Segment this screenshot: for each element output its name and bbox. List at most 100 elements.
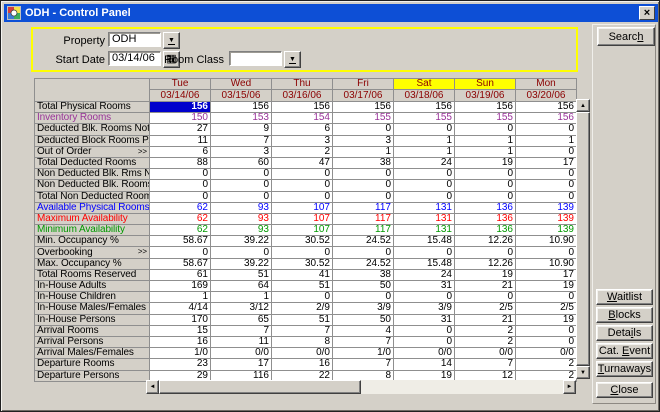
- grid-cell[interactable]: 0: [272, 247, 333, 258]
- grid-cell[interactable]: 153: [211, 113, 272, 124]
- grid-cell[interactable]: 0: [333, 247, 394, 258]
- grid-cell[interactable]: 0: [272, 292, 333, 303]
- scrollbar-horizontal[interactable]: ◄ ►: [146, 380, 576, 394]
- close-icon[interactable]: ×: [639, 6, 655, 20]
- grid-cell[interactable]: 1: [394, 146, 455, 157]
- grid-cell[interactable]: 16: [150, 336, 211, 347]
- grid-cell[interactable]: 47: [272, 157, 333, 168]
- grid-cell[interactable]: 51: [272, 314, 333, 325]
- grid-cell[interactable]: 0: [150, 247, 211, 258]
- grid-cell[interactable]: 0/0: [516, 348, 577, 359]
- grid-cell[interactable]: 6: [272, 124, 333, 135]
- grid-cell[interactable]: 3: [272, 135, 333, 146]
- grid-cell[interactable]: 155: [455, 113, 516, 124]
- grid-cell[interactable]: 65: [211, 314, 272, 325]
- grid-cell[interactable]: 1: [333, 146, 394, 157]
- grid-cell[interactable]: 0: [516, 336, 577, 347]
- grid-cell[interactable]: 24: [394, 269, 455, 280]
- grid-cell[interactable]: 64: [211, 281, 272, 292]
- grid-cell[interactable]: 156: [333, 102, 394, 113]
- grid-cell[interactable]: 117: [333, 213, 394, 224]
- grid-cell[interactable]: 0: [516, 180, 577, 191]
- scroll-left-button[interactable]: ◄: [146, 380, 159, 394]
- grid-cell[interactable]: 0: [516, 191, 577, 202]
- grid-cell[interactable]: 0: [394, 325, 455, 336]
- grid-cell[interactable]: 21: [455, 281, 516, 292]
- grid-cell[interactable]: 156: [211, 102, 272, 113]
- grid-cell[interactable]: 1: [394, 135, 455, 146]
- grid-cell[interactable]: 0: [394, 191, 455, 202]
- grid-cell[interactable]: 0: [516, 292, 577, 303]
- grid-cell[interactable]: 156: [394, 102, 455, 113]
- grid-cell[interactable]: 1/0: [333, 348, 394, 359]
- grid-cell[interactable]: 11: [150, 135, 211, 146]
- grid-cell[interactable]: 1/0: [150, 348, 211, 359]
- grid-cell[interactable]: 17: [516, 157, 577, 168]
- grid-cell[interactable]: 93: [211, 225, 272, 236]
- grid-cell[interactable]: 0: [211, 169, 272, 180]
- grid-cell[interactable]: 0: [394, 336, 455, 347]
- grid-cell[interactable]: 156: [516, 102, 577, 113]
- grid-cell[interactable]: 0/0: [394, 348, 455, 359]
- scroll-down-button[interactable]: ▼: [576, 366, 590, 379]
- grid-cell[interactable]: 131: [394, 225, 455, 236]
- grid-cell[interactable]: 0: [516, 146, 577, 157]
- grid-cell[interactable]: 136: [455, 225, 516, 236]
- grid-cell[interactable]: 12.26: [455, 236, 516, 247]
- grid-cell[interactable]: 6: [150, 146, 211, 157]
- grid-cell[interactable]: 1: [211, 292, 272, 303]
- grid-cell[interactable]: 0: [333, 124, 394, 135]
- grid-cell[interactable]: 58.67: [150, 236, 211, 247]
- room-class-lov-button[interactable]: ▼: [284, 51, 301, 68]
- grid-cell[interactable]: 3/9: [333, 303, 394, 314]
- blocks-button[interactable]: Blocks: [596, 307, 653, 323]
- grid-cell[interactable]: 88: [150, 157, 211, 168]
- hscroll-thumb[interactable]: [159, 380, 361, 394]
- grid-cell[interactable]: 24.52: [333, 236, 394, 247]
- grid-cell[interactable]: 51: [272, 281, 333, 292]
- grid-cell[interactable]: 58.67: [150, 258, 211, 269]
- grid-cell[interactable]: 0/0: [455, 348, 516, 359]
- grid-cell[interactable]: 38: [333, 157, 394, 168]
- details-button[interactable]: Details: [596, 325, 653, 341]
- grid-cell[interactable]: 0: [455, 292, 516, 303]
- grid-cell[interactable]: 0: [516, 247, 577, 258]
- grid-cell[interactable]: 107: [272, 225, 333, 236]
- grid-cell[interactable]: 0: [211, 191, 272, 202]
- grid-cell[interactable]: 0: [394, 124, 455, 135]
- grid-cell[interactable]: 2/5: [455, 303, 516, 314]
- grid-cell[interactable]: 0: [394, 247, 455, 258]
- grid-cell[interactable]: 3: [211, 146, 272, 157]
- grid-cell[interactable]: 3/9: [394, 303, 455, 314]
- grid-cell[interactable]: 0: [394, 292, 455, 303]
- grid-cell[interactable]: 12.26: [455, 258, 516, 269]
- grid-cell[interactable]: 21: [455, 314, 516, 325]
- grid-cell[interactable]: 131: [394, 202, 455, 213]
- grid-cell[interactable]: 1: [516, 135, 577, 146]
- grid-cell[interactable]: 170: [150, 314, 211, 325]
- grid-cell[interactable]: 8: [272, 336, 333, 347]
- grid-cell[interactable]: 2/5: [516, 303, 577, 314]
- vscroll-thumb[interactable]: [576, 112, 590, 366]
- grid-cell[interactable]: 139: [516, 213, 577, 224]
- grid-cell[interactable]: 23: [150, 359, 211, 370]
- grid-cell[interactable]: 39.22: [211, 258, 272, 269]
- grid-cell[interactable]: 27: [150, 124, 211, 135]
- grid-cell[interactable]: 156: [455, 102, 516, 113]
- grid-cell[interactable]: 16: [272, 359, 333, 370]
- grid-cell[interactable]: 0: [455, 180, 516, 191]
- titlebar[interactable]: ODH - Control Panel ×: [4, 4, 658, 22]
- grid-cell[interactable]: 50: [333, 281, 394, 292]
- grid-cell[interactable]: 0/0: [272, 348, 333, 359]
- grid-cell[interactable]: 31: [394, 314, 455, 325]
- grid-cell[interactable]: 10.90: [516, 236, 577, 247]
- grid-cell[interactable]: 150: [150, 113, 211, 124]
- search-button[interactable]: Search: [597, 27, 655, 46]
- grid-cell[interactable]: 139: [516, 225, 577, 236]
- grid-cell[interactable]: 60: [211, 157, 272, 168]
- grid-cell[interactable]: 155: [333, 113, 394, 124]
- grid-cell[interactable]: 19: [455, 269, 516, 280]
- grid-cell[interactable]: 62: [150, 225, 211, 236]
- grid-cell[interactable]: 3: [333, 135, 394, 146]
- grid-cell[interactable]: 0: [516, 124, 577, 135]
